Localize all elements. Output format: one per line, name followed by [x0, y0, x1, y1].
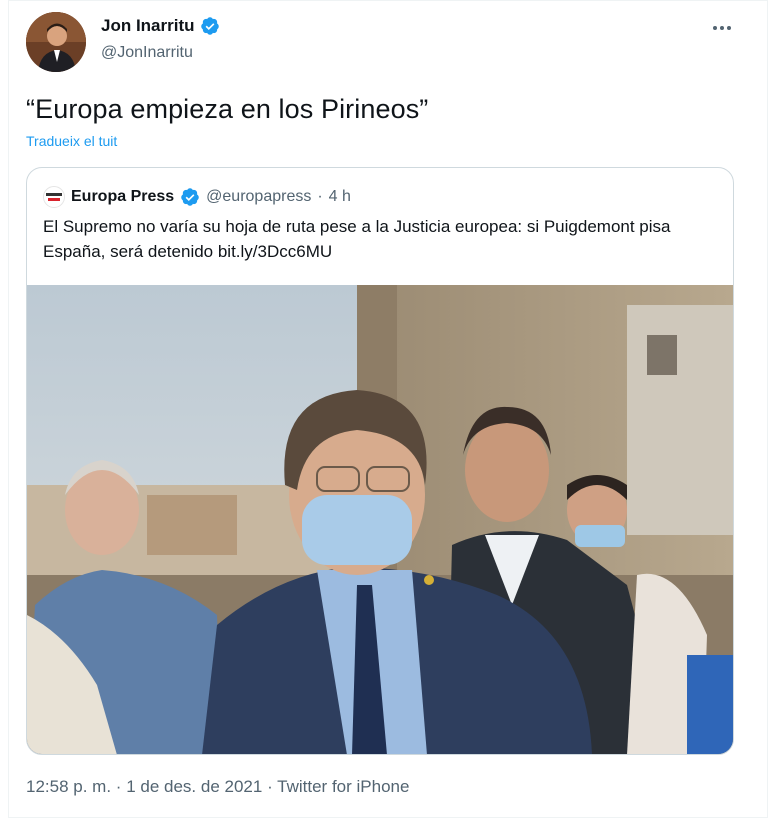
- separator-dot: ·: [267, 777, 273, 796]
- quoted-author-name[interactable]: Europa Press: [71, 188, 174, 206]
- separator-dot: ·: [115, 777, 122, 796]
- tweet-date[interactable]: 1 de des. de 2021: [126, 777, 262, 796]
- quoted-tweet-text: El Supremo no varía su hoja de ruta pese…: [43, 217, 671, 261]
- quoted-tweet-header: Europa Press @europapress · 4 h: [43, 186, 351, 208]
- verified-badge-icon: [181, 188, 199, 206]
- quoted-author-handle[interactable]: @europapress: [206, 188, 311, 206]
- more-options-icon[interactable]: [707, 18, 737, 38]
- separator-dot: ·: [317, 188, 323, 205]
- author-name[interactable]: Jon Inarritu: [101, 16, 220, 36]
- author-handle[interactable]: @JonInarritu: [101, 44, 193, 62]
- tweet-source-link[interactable]: Twitter for iPhone: [277, 777, 409, 796]
- tweet-text: “Europa empieza en los Pirineos”: [26, 94, 429, 124]
- europa-press-logo-icon: [43, 186, 65, 208]
- quoted-timestamp[interactable]: 4 h: [329, 188, 351, 206]
- avatar[interactable]: [26, 12, 86, 72]
- verified-badge-icon: [200, 17, 219, 35]
- avatar-image: [26, 12, 86, 72]
- author-name-text[interactable]: Jon Inarritu: [101, 16, 195, 36]
- quoted-tweet-card[interactable]: Europa Press @europapress · 4 h El Supre…: [26, 167, 734, 755]
- translate-tweet-link[interactable]: Tradueix el tuit: [26, 133, 117, 149]
- tweet-meta: 12:58 p. m. · 1 de des. de 2021 · Twitte…: [26, 777, 409, 797]
- quoted-photo[interactable]: [27, 285, 733, 754]
- tweet-time[interactable]: 12:58 p. m.: [26, 777, 111, 796]
- news-photo-image: [27, 285, 733, 754]
